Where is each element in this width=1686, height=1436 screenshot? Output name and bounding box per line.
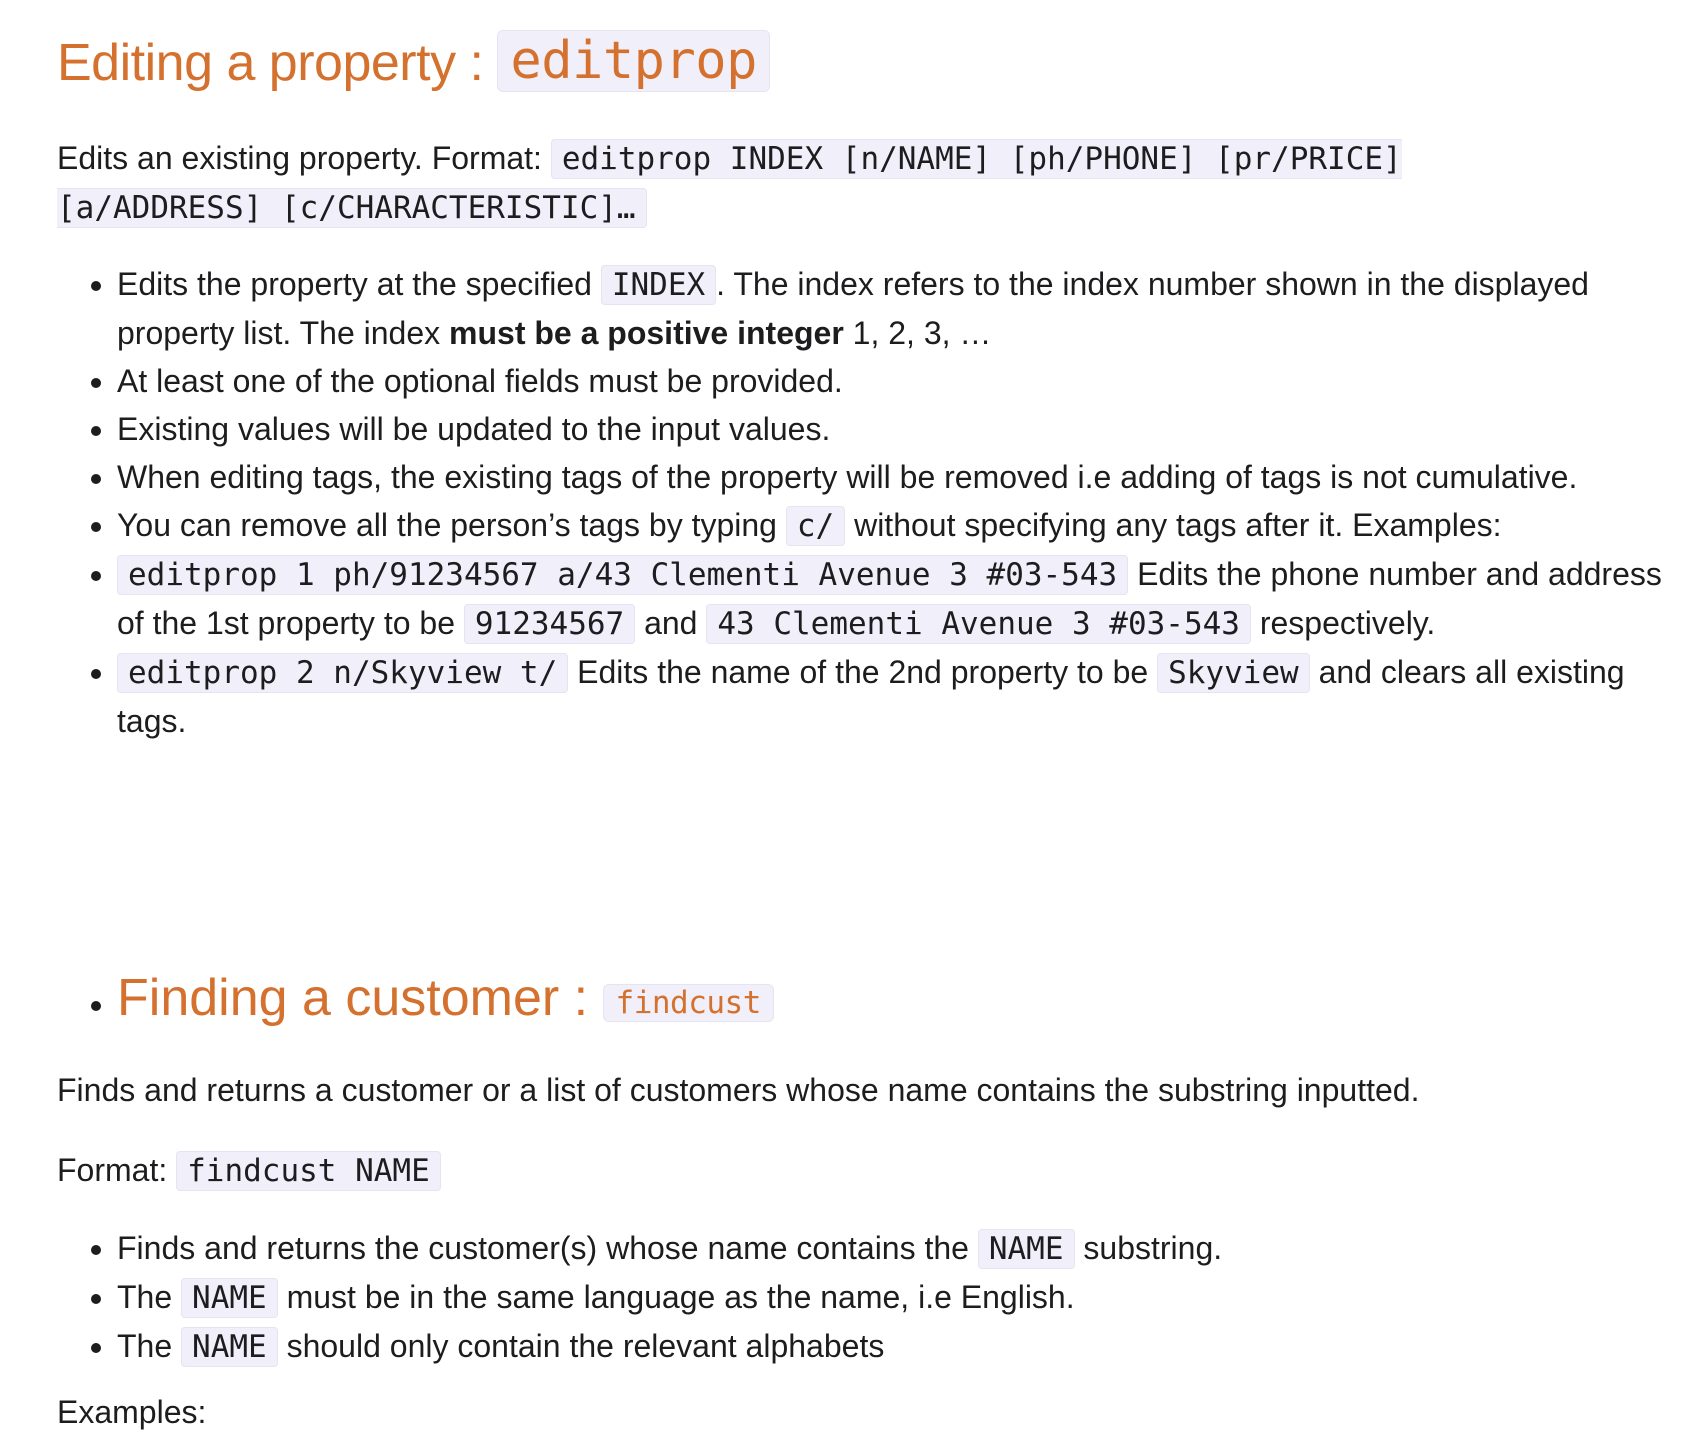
find-customer-heading: Finding a customer : findcust — [117, 964, 1686, 1039]
text: Edits the name of the 2nd property to be — [568, 654, 1158, 690]
inline-code: c/ — [785, 506, 846, 546]
heading-command-code: findcust — [602, 984, 774, 1022]
heading-command-code: editprop — [497, 30, 770, 92]
list-item: editprop 1 ph/91234567 a/43 Clementi Ave… — [117, 550, 1686, 648]
find-description: Finds and returns a customer or a list o… — [57, 1072, 1420, 1108]
heading-text: Finding a customer : — [117, 969, 603, 1027]
edit-rules-list: Edits the property at the specified INDE… — [57, 260, 1686, 745]
text: 1, 2, 3, … — [843, 315, 992, 351]
list-item: editprop 2 n/Skyview t/ Edits the name o… — [117, 648, 1686, 745]
inline-code: Skyview — [1157, 653, 1310, 693]
list-item: Existing values will be updated to the i… — [117, 405, 1686, 453]
bold-text: must be a positive integer — [449, 315, 844, 351]
format-label: Format: — [57, 1152, 177, 1188]
list-item: Finds and returns the customer(s) whose … — [117, 1224, 1686, 1273]
text: should only contain the relevant alphabe… — [277, 1328, 885, 1364]
example-code: editprop 1 ph/91234567 a/43 Clementi Ave… — [117, 555, 1129, 595]
format-prefix: Edits an existing property. Format: — [57, 140, 551, 176]
find-rules-list: Finds and returns the customer(s) whose … — [57, 1224, 1686, 1371]
list-item: At least one of the optional fields must… — [117, 357, 1686, 405]
text: The — [117, 1279, 182, 1315]
edit-format-paragraph: Edits an existing property. Format: edit… — [57, 134, 1557, 232]
list-item: When editing tags, the existing tags of … — [117, 453, 1686, 501]
text: Finds and returns the customer(s) whose … — [117, 1230, 978, 1266]
inline-code: INDEX — [600, 265, 717, 305]
inline-code: NAME — [977, 1229, 1075, 1269]
list-item: Edits the property at the specified INDE… — [117, 260, 1686, 357]
edit-property-heading: Editing a property : editprop — [57, 30, 770, 96]
examples-label: Examples: — [57, 1394, 207, 1430]
text: The — [117, 1328, 182, 1364]
text: Edits the property at the specified — [117, 266, 601, 302]
heading-wrapper: findcust — [602, 969, 774, 1027]
text: without specifying any tags after it. Ex… — [845, 507, 1502, 543]
heading-text: Editing a property : — [57, 34, 498, 92]
list-item: The NAME must be in the same language as… — [117, 1273, 1686, 1322]
text: must be in the same language as the name… — [277, 1279, 1075, 1315]
list-item: You can remove all the person’s tags by … — [117, 501, 1686, 550]
inline-code: 91234567 — [463, 604, 636, 644]
text: and — [635, 605, 707, 641]
inline-code: 43 Clementi Avenue 3 #03-543 — [706, 604, 1251, 644]
text: respectively. — [1250, 605, 1436, 641]
list-item: The NAME should only contain the relevan… — [117, 1322, 1686, 1371]
inline-code: NAME — [181, 1327, 278, 1367]
find-customer-heading-list: Finding a customer : findcust — [57, 964, 1686, 1039]
example-code: editprop 2 n/Skyview t/ — [117, 653, 569, 693]
inline-code: NAME — [181, 1278, 278, 1318]
find-format-paragraph: Format: findcust NAME — [57, 1146, 441, 1195]
format-code: findcust NAME — [176, 1151, 441, 1191]
text: substring. — [1074, 1230, 1223, 1266]
text: You can remove all the person’s tags by … — [117, 507, 786, 543]
